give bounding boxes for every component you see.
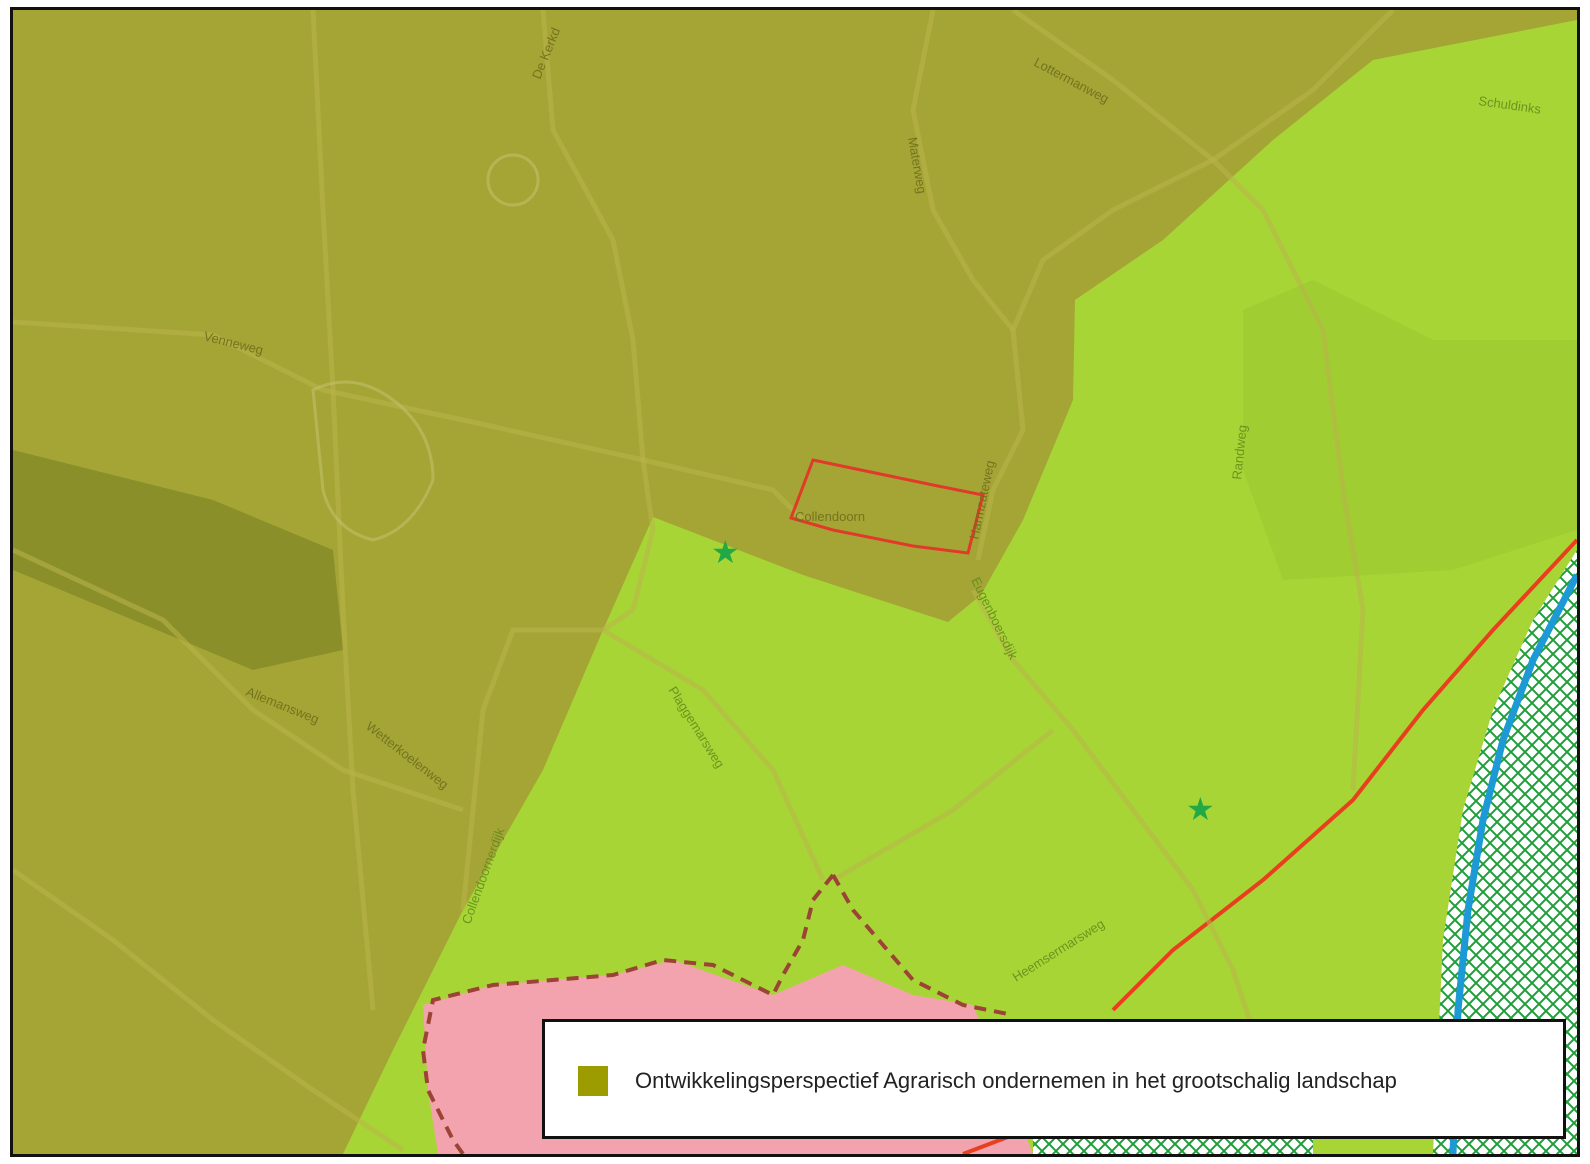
- label-collendoorn: Collendoorn: [795, 509, 865, 524]
- legend-label: Ontwikkelingsperspectief Agrarisch onder…: [635, 1068, 1397, 1093]
- star-marker-2[interactable]: ★: [1186, 790, 1215, 828]
- map-legend: Ontwikkelingsperspectief Agrarisch onder…: [542, 1019, 1566, 1139]
- legend-swatch: [578, 1066, 608, 1096]
- map-canvas[interactable]: ★ ★ De Kerkd Lottermanweg Schuldinks Mat…: [13, 10, 1577, 1154]
- star-marker-1[interactable]: ★: [711, 533, 740, 571]
- map-frame[interactable]: ★ ★ De Kerkd Lottermanweg Schuldinks Mat…: [10, 7, 1580, 1157]
